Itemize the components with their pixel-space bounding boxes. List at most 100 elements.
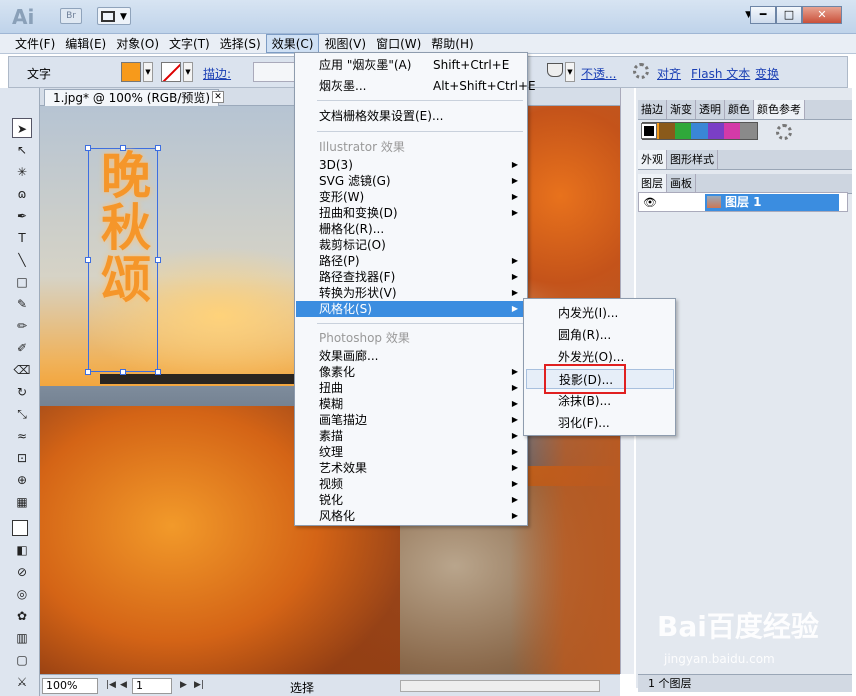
menu-item-convert-to-shape[interactable]: 转换为形状(V) ▶ (296, 285, 526, 301)
menu-help[interactable]: 帮助(H) (426, 34, 478, 53)
recolor-icon[interactable] (633, 63, 649, 79)
menu-effect[interactable]: 效果(C) (265, 34, 320, 53)
arrange-documents-button[interactable]: ▼ (97, 7, 131, 25)
menu-type[interactable]: 文字(T) (164, 34, 215, 53)
restore-button[interactable]: □ (776, 6, 802, 24)
layer-name[interactable]: 图层 1 (705, 194, 839, 211)
selection-tool-icon[interactable]: ➤ (12, 118, 32, 138)
shape-builder-tool-icon[interactable]: ⊕ (12, 470, 32, 490)
bounding-handle[interactable] (85, 369, 91, 375)
tab-gradient[interactable]: 渐变 (667, 100, 696, 119)
submenu-item-feather[interactable]: 羽化(F)... (526, 413, 674, 433)
transform-link[interactable]: 变换 (755, 65, 779, 82)
magic-wand-tool-icon[interactable]: ✳ (12, 162, 32, 182)
selected-text-object[interactable]: 晚秋颂 (88, 148, 158, 372)
layer-row[interactable]: 👁 图层 1 (638, 192, 848, 212)
menu-select[interactable]: 选择(S) (215, 34, 266, 53)
symbol-sprayer-tool-icon[interactable]: ✿ (12, 606, 32, 626)
tab-color-guide[interactable]: 颜色参考 (754, 100, 805, 119)
menu-item-distort-transform[interactable]: 扭曲和变换(D) ▶ (296, 205, 526, 221)
paintbrush-tool-icon[interactable]: ✎ (12, 294, 32, 314)
stroke-dropdown-icon[interactable]: ▼ (183, 62, 193, 82)
bounding-handle[interactable] (120, 145, 126, 151)
type-tool-icon[interactable]: T (12, 228, 32, 248)
tab-layers[interactable]: 图层 (638, 174, 667, 193)
menu-edit[interactable]: 编辑(E) (60, 34, 111, 53)
menu-item-last-effect[interactable]: 烟灰墨... Alt+Shift+Ctrl+E (296, 78, 536, 94)
stroke-swatch[interactable] (161, 62, 181, 82)
menu-item-3d[interactable]: 3D(3) ▶ (296, 157, 526, 173)
close-button[interactable]: ✕ (802, 6, 842, 24)
lasso-tool-icon[interactable]: ɷ (12, 184, 32, 204)
menu-file[interactable]: 文件(F) (10, 34, 60, 53)
bounding-handle[interactable] (155, 369, 161, 375)
menu-view[interactable]: 视图(V) (319, 34, 371, 53)
artboard-tool-icon[interactable]: ▢ (12, 650, 32, 670)
edit-colors-icon[interactable] (776, 124, 792, 140)
bounding-handle[interactable] (85, 257, 91, 263)
slice-tool-icon[interactable]: ⚔ (12, 672, 32, 692)
fill-dropdown-icon[interactable]: ▼ (143, 62, 153, 82)
rectangle-tool-icon[interactable]: □ (12, 272, 32, 292)
perspective-grid-tool-icon[interactable]: ▦ (12, 492, 32, 512)
fill-swatch[interactable] (121, 62, 141, 82)
bounding-handle[interactable] (85, 145, 91, 151)
blob-brush-tool-icon[interactable]: ✐ (12, 338, 32, 358)
bounding-handle[interactable] (155, 145, 161, 151)
tab-artboards[interactable]: 画板 (667, 174, 696, 193)
menu-item-raster-settings[interactable]: 文档栅格效果设置(E)... (296, 108, 526, 124)
style-icon[interactable] (547, 63, 563, 77)
menu-item-texture[interactable]: 纹理 ▶ (296, 444, 526, 460)
style-dropdown-icon[interactable]: ▼ (565, 62, 575, 82)
menu-item-brush-strokes[interactable]: 画笔描边 ▶ (296, 412, 526, 428)
free-transform-tool-icon[interactable]: ⊡ (12, 448, 32, 468)
eraser-tool-icon[interactable]: ⌫ (12, 360, 32, 380)
submenu-item-inner-glow[interactable]: 内发光(I)... (526, 303, 674, 323)
menu-item-sketch[interactable]: 素描 ▶ (296, 428, 526, 444)
tab-graphic-styles[interactable]: 图形样式 (667, 150, 718, 169)
next-artboard-icon[interactable]: ▶ (180, 680, 187, 690)
menu-item-rasterize[interactable]: 栅格化(R)... (296, 221, 526, 237)
menu-item-apply-last-effect[interactable]: 应用 "烟灰墨"(A) Shift+Ctrl+E (296, 57, 526, 73)
menu-item-video[interactable]: 视频 ▶ (296, 476, 526, 492)
pen-tool-icon[interactable]: ✒ (12, 206, 32, 226)
submenu-item-round-corners[interactable]: 圆角(R)... (526, 325, 674, 345)
stroke-weight-input[interactable] (253, 62, 295, 82)
document-tab[interactable]: 1.jpg* @ 100% (RGB/预览) (44, 89, 220, 106)
base-color-swatch[interactable] (641, 123, 657, 139)
opacity-link[interactable]: 不透... (581, 65, 616, 82)
menu-item-sharpen[interactable]: 锐化 ▶ (296, 492, 526, 508)
menu-window[interactable]: 窗口(W) (371, 34, 426, 53)
tab-transparency[interactable]: 透明 (696, 100, 725, 119)
menu-item-pathfinder[interactable]: 路径查找器(F) ▶ (296, 269, 526, 285)
line-tool-icon[interactable]: ╲ (12, 250, 32, 270)
direct-selection-tool-icon[interactable]: ↖ (12, 140, 32, 160)
menu-item-ps-stylize[interactable]: 风格化 ▶ (296, 508, 526, 524)
menu-item-distort[interactable]: 扭曲 ▶ (296, 380, 526, 396)
close-tab-icon[interactable]: ✕ (212, 91, 224, 103)
submenu-item-scribble[interactable]: 涂抹(B)... (526, 391, 674, 411)
bounding-handle[interactable] (155, 257, 161, 263)
last-artboard-icon[interactable]: ▶| (194, 680, 204, 690)
visibility-eye-icon[interactable]: 👁 (643, 196, 657, 209)
scale-tool-icon[interactable]: ⤡ (12, 404, 32, 424)
menu-item-blur[interactable]: 模糊 ▶ (296, 396, 526, 412)
menu-object[interactable]: 对象(O) (111, 34, 164, 53)
eyedropper-tool-icon[interactable]: ⊘ (12, 562, 32, 582)
color-guide-swatches[interactable] (642, 122, 758, 140)
prev-artboard-icon[interactable]: ◀ (120, 680, 127, 690)
flash-text-link[interactable]: Flash 文本 (691, 65, 750, 82)
bounding-handle[interactable] (120, 369, 126, 375)
menu-item-svg-filters[interactable]: SVG 滤镜(G) ▶ (296, 173, 526, 189)
horizontal-scrollbar[interactable] (400, 680, 600, 692)
bridge-button[interactable]: Br (60, 8, 82, 24)
zoom-select[interactable]: 100% (42, 678, 98, 694)
column-graph-tool-icon[interactable]: ▥ (12, 628, 32, 648)
menu-item-warp[interactable]: 变形(W) ▶ (296, 189, 526, 205)
menu-item-crop-marks[interactable]: 裁剪标记(O) (296, 237, 526, 253)
warp-tool-icon[interactable]: ≈ (12, 426, 32, 446)
tab-appearance[interactable]: 外观 (638, 150, 667, 169)
tab-color[interactable]: 颜色 (725, 100, 754, 119)
gradient-tool-icon[interactable]: ◧ (12, 540, 32, 560)
artboard-number-input[interactable]: 1 (132, 678, 172, 694)
